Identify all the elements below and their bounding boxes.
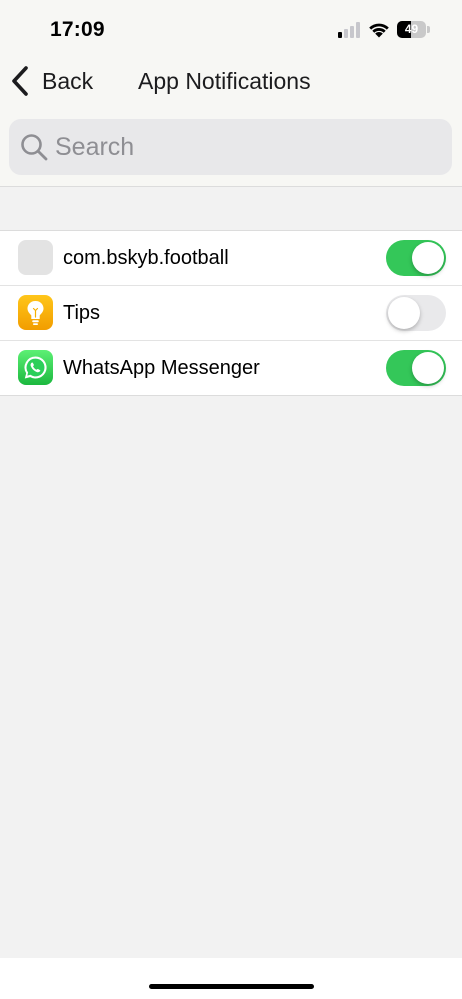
cellular-signal-icon <box>338 22 362 38</box>
battery-icon: 49 <box>397 21 430 38</box>
app-name: Tips <box>63 302 101 324</box>
battery-level: 49 <box>404 22 419 36</box>
app-name: com.bskyb.football <box>63 247 229 269</box>
app-name: WhatsApp Messenger <box>63 357 260 379</box>
status-time: 17:09 <box>50 18 105 41</box>
back-label: Back <box>42 67 94 94</box>
whatsapp-icon <box>18 350 53 385</box>
search-area <box>0 108 462 187</box>
list-item: com.bskyb.football <box>0 231 462 286</box>
app-list: com.bskyb.football Tips WhatsApp Messeng… <box>0 230 462 396</box>
status-bar: 17:09 49 <box>0 0 462 56</box>
search-input[interactable] <box>55 132 435 162</box>
notification-toggle[interactable] <box>386 295 446 331</box>
wifi-icon <box>369 23 389 38</box>
toggle-knob <box>412 352 444 384</box>
toggle-knob <box>388 297 420 329</box>
notification-toggle[interactable] <box>386 240 446 276</box>
back-button[interactable]: Back <box>10 64 93 98</box>
search-bar[interactable] <box>9 119 452 175</box>
blank-app-icon <box>18 240 53 275</box>
page-title: App Notifications <box>138 68 311 94</box>
list-item: WhatsApp Messenger <box>0 341 462 395</box>
chevron-left-icon <box>12 66 28 96</box>
navigation-bar: Back App Notifications <box>0 56 462 108</box>
home-indicator[interactable] <box>149 984 314 989</box>
home-indicator-area <box>0 958 462 999</box>
list-item: Tips <box>0 286 462 341</box>
tips-lightbulb-icon <box>18 295 53 330</box>
search-icon <box>21 134 48 161</box>
toggle-knob <box>412 242 444 274</box>
notification-toggle[interactable] <box>386 350 446 386</box>
